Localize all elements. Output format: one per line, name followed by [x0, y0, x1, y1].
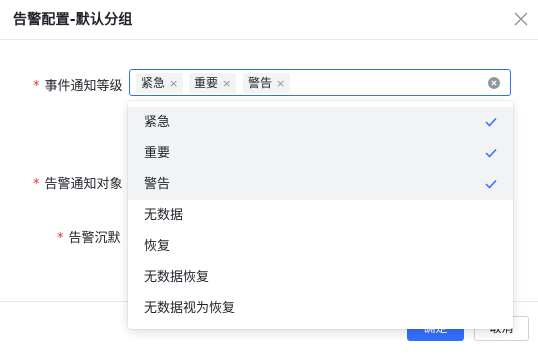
dialog-header: 告警配置-默认分组: [0, 0, 538, 40]
option-no-data[interactable]: 无数据: [128, 200, 513, 231]
option-label: 无数据恢复: [144, 270, 210, 285]
option-label: 紧急: [144, 115, 171, 130]
alert-config-dialog: 告警配置-默认分组 * 事件通知等级 紧急 × 重要 × 警告 × * 告警通知对象 * 告…: [0, 0, 538, 354]
option-label: 无数据视为恢复: [144, 301, 236, 316]
tag-label: 紧急: [141, 76, 166, 90]
target-label-text: 告警通知对象: [44, 177, 123, 192]
level-multi-select[interactable]: 紧急 × 重要 × 警告 ×: [129, 69, 511, 96]
level-label: * 事件通知等级: [33, 75, 123, 94]
option-urgent[interactable]: 紧急: [128, 107, 513, 138]
option-label: 无数据: [144, 208, 184, 223]
option-label: 恢复: [144, 239, 171, 254]
silence-label: * 告警沉默: [57, 227, 121, 246]
required-mark: *: [33, 79, 40, 94]
option-no-data-as-recovered[interactable]: 无数据视为恢复: [128, 293, 513, 324]
required-mark: *: [33, 177, 40, 192]
option-warning[interactable]: 警告: [128, 169, 513, 200]
tag-important: 重要 ×: [189, 73, 237, 94]
option-important[interactable]: 重要: [128, 138, 513, 169]
tag-label: 重要: [194, 76, 219, 90]
check-icon: [485, 179, 497, 189]
option-no-data-recovered[interactable]: 无数据恢复: [128, 262, 513, 293]
level-dropdown-menu: 紧急 重要 警告 无数据 恢复 无数据恢复 无数据视为恢复: [128, 101, 513, 329]
tag-remove-icon[interactable]: ×: [222, 74, 231, 94]
check-icon: [485, 148, 497, 158]
clear-icon[interactable]: [488, 77, 500, 89]
silence-label-text: 告警沉默: [68, 231, 121, 246]
tag-remove-icon[interactable]: ×: [169, 74, 178, 94]
dialog-title: 告警配置-默认分组: [13, 12, 133, 28]
close-icon[interactable]: [511, 9, 531, 29]
target-label: * 告警通知对象: [33, 173, 123, 192]
tag-urgent: 紧急 ×: [136, 73, 184, 94]
tag-warning: 警告 ×: [243, 73, 291, 94]
tag-label: 警告: [248, 76, 273, 90]
required-mark: *: [57, 231, 64, 246]
level-label-text: 事件通知等级: [44, 79, 123, 94]
tag-remove-icon[interactable]: ×: [276, 74, 285, 94]
check-icon: [485, 117, 497, 127]
option-recovered[interactable]: 恢复: [128, 231, 513, 262]
option-label: 警告: [144, 177, 171, 192]
option-label: 重要: [144, 146, 171, 161]
